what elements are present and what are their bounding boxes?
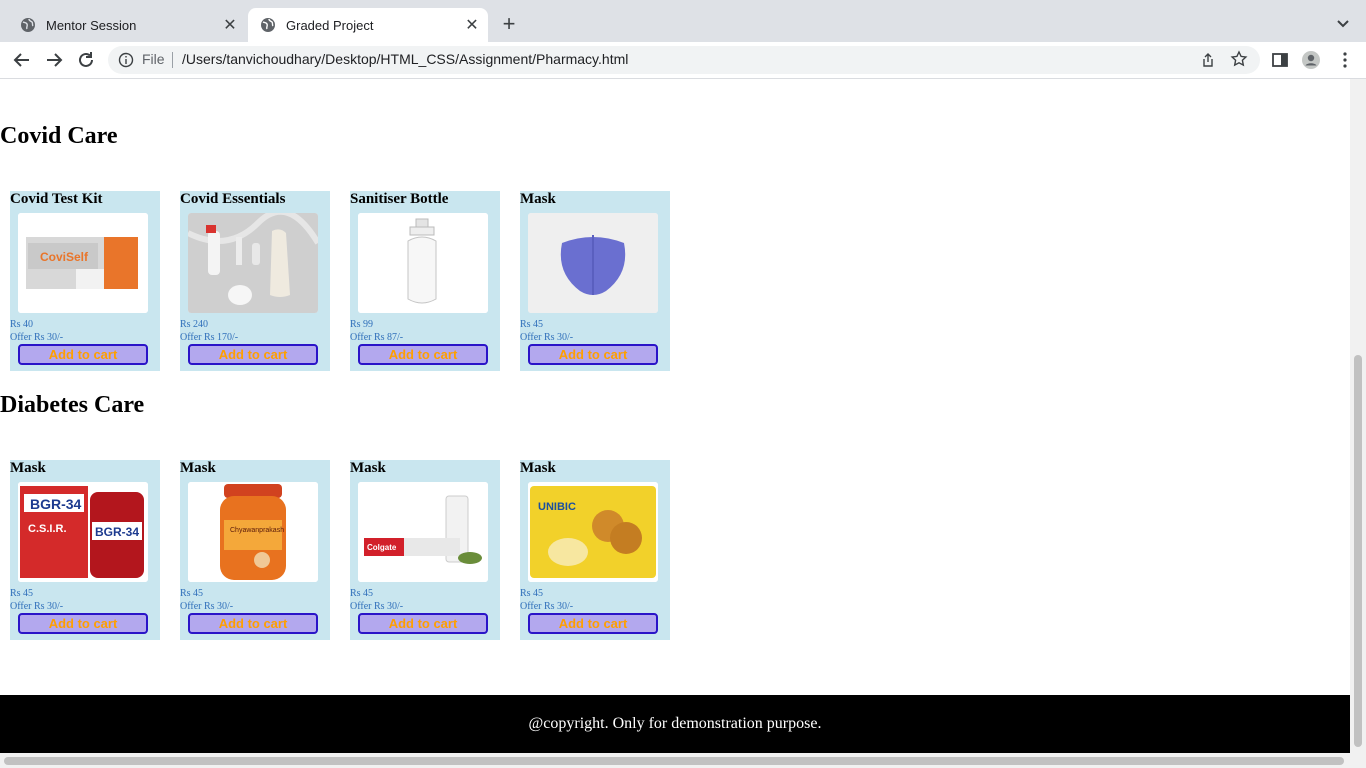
tab-title: Graded Project: [286, 17, 374, 33]
scheme-label: File: [142, 51, 165, 67]
forward-arrow-icon[interactable]: [44, 50, 64, 70]
add-to-cart-button[interactable]: Add to cart: [18, 613, 148, 634]
covid-essentials-image: [188, 213, 318, 313]
close-tab-icon[interactable]: ✕: [220, 15, 240, 35]
product-name: Mask: [520, 191, 556, 207]
product-price: Rs 45: [520, 319, 544, 330]
page-footer: @copyright. Only for demonstration purpo…: [0, 695, 1350, 753]
add-to-cart-button[interactable]: Add to cart: [528, 613, 658, 634]
browser-toolbar: File /Users/tanvichoudhary/Desktop/HTML_…: [0, 42, 1366, 79]
product-offer: Offer Rs 170/-: [180, 332, 239, 343]
product-price: Rs 240: [180, 319, 209, 330]
product-card: Mask Rs 45 Offer Rs 30/- Add to cart: [520, 191, 670, 371]
product-offer: Offer Rs 30/-: [10, 332, 64, 343]
add-to-cart-button[interactable]: Add to cart: [528, 344, 658, 365]
add-to-cart-button[interactable]: Add to cart: [188, 344, 318, 365]
section-title-diabetes-care: Diabetes Care: [0, 392, 145, 418]
share-icon[interactable]: [1200, 52, 1216, 68]
product-offer: Offer Rs 87/-: [350, 332, 404, 343]
tab-title: Mentor Session: [46, 17, 137, 33]
sanitiser-bottle-image: [358, 213, 488, 313]
product-offer: Offer Rs 30/-: [10, 601, 64, 612]
product-card: Mask Chyawanprakash Rs 45 Offer Rs 30/- …: [180, 460, 330, 640]
product-card: Sanitiser Bottle Rs 99 Offer Rs 87/- Add…: [350, 191, 500, 371]
product-price: Rs 45: [520, 588, 544, 599]
product-name: Covid Test Kit: [10, 191, 103, 207]
url-text[interactable]: /Users/tanvichoudhary/Desktop/HTML_CSS/A…: [182, 51, 628, 67]
add-to-cart-button[interactable]: Add to cart: [358, 344, 488, 365]
product-card: Covid Test Kit CoviSelf Rs 40 Offer Rs 3…: [10, 191, 160, 371]
svg-text:C.S.I.R.: C.S.I.R.: [28, 523, 67, 535]
svg-text:CoviSelf: CoviSelf: [40, 250, 89, 264]
address-bar[interactable]: File /Users/tanvichoudhary/Desktop/HTML_…: [108, 46, 1260, 74]
more-menu-icon[interactable]: [1335, 50, 1355, 70]
new-tab-icon[interactable]: +: [498, 12, 520, 36]
bgr-34-image: BGR-34 C.S.I.R. BGR-34: [18, 482, 148, 582]
colgate-toothpaste-image: Colgate: [358, 482, 488, 582]
bookmark-star-icon[interactable]: [1230, 50, 1248, 68]
product-price: Rs 45: [180, 588, 204, 599]
product-offer: Offer Rs 30/-: [180, 601, 234, 612]
product-price: Rs 40: [10, 319, 34, 330]
add-to-cart-button[interactable]: Add to cart: [188, 613, 318, 634]
svg-text:BGR-34: BGR-34: [30, 496, 82, 512]
divider: [172, 52, 173, 68]
profile-avatar-icon[interactable]: [1301, 50, 1321, 70]
product-card: Mask UNIBIC Rs 45 Offer Rs 30/- Add to c…: [520, 460, 670, 640]
svg-text:Colgate: Colgate: [367, 543, 397, 552]
reload-icon[interactable]: [76, 50, 96, 70]
globe-icon: [261, 18, 275, 32]
unibic-cookies-image: UNIBIC: [528, 482, 658, 582]
back-arrow-icon[interactable]: [12, 50, 32, 70]
side-panel-icon[interactable]: [1270, 50, 1290, 70]
product-card: Mask BGR-34 C.S.I.R. BGR-34 Rs 45 Offer …: [10, 460, 160, 640]
tab-mentor-session[interactable]: Mentor Session ✕: [8, 8, 246, 42]
product-offer: Offer Rs 30/-: [350, 601, 404, 612]
chyawanprakash-image: Chyawanprakash: [188, 482, 318, 582]
product-price: Rs 45: [350, 588, 374, 599]
horizontal-scrollbar[interactable]: [0, 753, 1366, 768]
mask-image: [528, 213, 658, 313]
product-name: Mask: [180, 460, 216, 476]
product-name: Mask: [520, 460, 556, 476]
page-viewport: Covid Care Covid Test Kit CoviSelf Rs 40…: [0, 79, 1350, 753]
add-to-cart-button[interactable]: Add to cart: [18, 344, 148, 365]
info-icon[interactable]: [118, 52, 134, 68]
product-name: Covid Essentials: [180, 191, 286, 207]
product-price: Rs 99: [350, 319, 374, 330]
product-card: Covid Essentials Rs 240 Offer Rs 170/- A…: [180, 191, 330, 371]
scrollbar-thumb[interactable]: [1354, 355, 1362, 747]
product-price: Rs 45: [10, 588, 34, 599]
product-offer: Offer Rs 30/-: [520, 601, 574, 612]
chevron-down-icon[interactable]: [1334, 14, 1352, 32]
browser-tab-bar: Mentor Session ✕ Graded Project ✕ +: [0, 0, 1366, 42]
add-to-cart-button[interactable]: Add to cart: [358, 613, 488, 634]
scrollbar-thumb[interactable]: [4, 757, 1344, 765]
product-name: Mask: [10, 460, 46, 476]
product-name: Sanitiser Bottle: [350, 191, 449, 207]
close-tab-icon[interactable]: ✕: [462, 15, 482, 35]
vertical-scrollbar[interactable]: [1350, 79, 1366, 753]
svg-text:Chyawanprakash: Chyawanprakash: [230, 527, 284, 534]
tab-graded-project[interactable]: Graded Project ✕: [248, 8, 488, 42]
svg-text:BGR-34: BGR-34: [95, 525, 139, 539]
product-name: Mask: [350, 460, 386, 476]
globe-icon: [21, 18, 35, 32]
svg-text:UNIBIC: UNIBIC: [538, 501, 576, 513]
product-offer: Offer Rs 30/-: [520, 332, 574, 343]
covid-test-kit-image: CoviSelf: [18, 213, 148, 313]
product-card: Mask Colgate Rs 45 Offer Rs 30/- Add to …: [350, 460, 500, 640]
section-title-covid-care: Covid Care: [0, 123, 118, 149]
